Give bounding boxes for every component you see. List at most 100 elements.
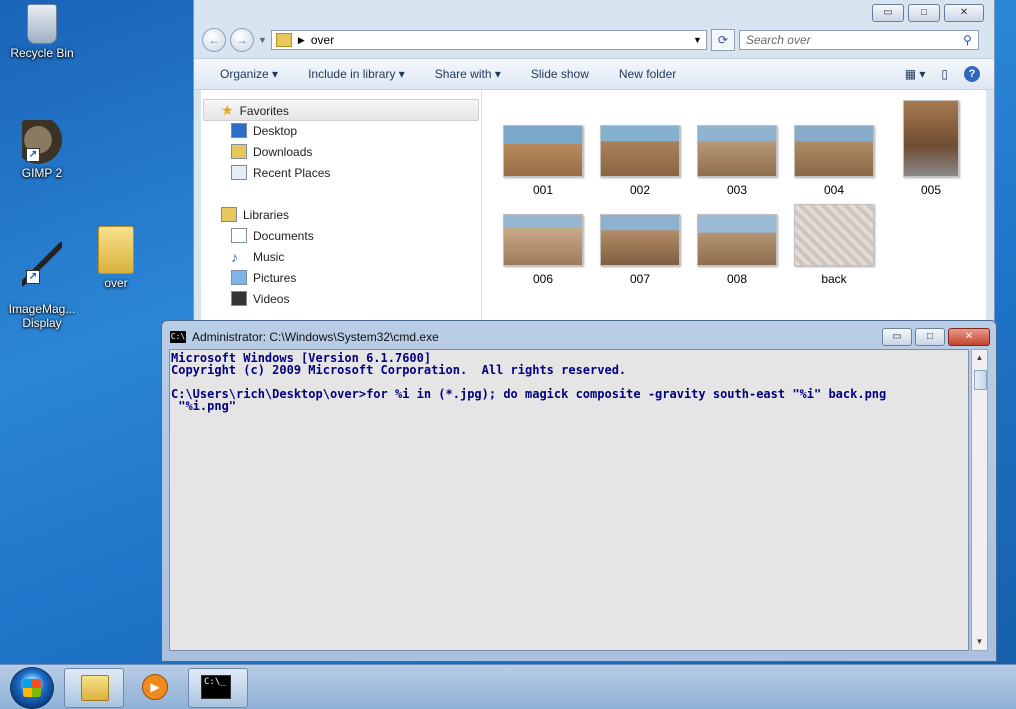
close-button[interactable]: ✕: [944, 4, 984, 22]
recent-places-icon: [231, 165, 247, 180]
scroll-thumb[interactable]: [974, 370, 987, 390]
cmd-title-bar: C:\ Administrator: C:\Windows\System32\c…: [170, 330, 439, 344]
change-view-icon[interactable]: ▦ ▾: [905, 67, 926, 81]
image-thumbnail: [600, 125, 680, 177]
cmd-title: Administrator: C:\Windows\System32\cmd.e…: [192, 330, 439, 344]
slide-show-button[interactable]: Slide show: [531, 67, 589, 81]
file-item[interactable]: 005: [891, 100, 971, 197]
desktop-icon-label: ImageMag... Display: [8, 302, 76, 330]
desktop-icon-label: over: [104, 276, 128, 290]
preview-pane-icon[interactable]: ▯: [941, 67, 948, 81]
folder-icon: [275, 33, 292, 47]
console-line: Copyright (c) 2009 Microsoft Corporation…: [171, 363, 627, 377]
search-icon[interactable]: ⚲: [963, 33, 972, 47]
nav-desktop[interactable]: Desktop: [231, 123, 297, 138]
address-row: ← → ▼ ▶ over ▼ ⟳ Search over ⚲: [202, 28, 986, 52]
taskbar-cmd[interactable]: C:\_: [188, 668, 248, 708]
nav-documents[interactable]: Documents: [231, 228, 314, 243]
documents-icon: [231, 228, 247, 243]
address-dropdown-icon[interactable]: ▼: [693, 35, 702, 45]
windows-logo-icon: [23, 679, 41, 697]
search-input[interactable]: Search over ⚲: [738, 30, 979, 50]
shortcut-arrow-icon: ↗: [26, 270, 40, 284]
file-item[interactable]: 004: [794, 125, 874, 197]
cmd-window: C:\ Administrator: C:\Windows\System32\c…: [161, 320, 997, 662]
downloads-folder-icon: [231, 144, 247, 159]
image-thumbnail: [697, 125, 777, 177]
console-scrollbar[interactable]: ▲ ▼: [971, 349, 988, 651]
nav-downloads[interactable]: Downloads: [231, 144, 312, 159]
refresh-button[interactable]: ⟳: [710, 29, 735, 51]
shortcut-arrow-icon: ↗: [26, 148, 40, 162]
file-item[interactable]: back: [794, 204, 874, 286]
console-line: C:\Users\rich\Desktop\over>for %i in (*.…: [171, 387, 887, 401]
view-controls: ▦ ▾ ▯ ?: [905, 66, 980, 82]
help-icon[interactable]: ?: [964, 66, 980, 82]
taskbar: ▶ C:\_: [0, 664, 1016, 709]
nav-libraries[interactable]: Libraries: [221, 207, 289, 222]
image-thumbnail: [697, 214, 777, 266]
explorer-window: ▭ □ ✕ ← → ▼ ▶ over ▼ ⟳ Search over ⚲ Org…: [193, 0, 995, 331]
cmd-minimize-button[interactable]: ▭: [882, 328, 912, 346]
gimp-icon: ↗: [22, 120, 62, 164]
cmd-close-button[interactable]: ✕: [948, 328, 990, 346]
scroll-up-icon[interactable]: ▲: [972, 350, 987, 366]
desktop-icon: [231, 123, 247, 138]
file-item[interactable]: 003: [697, 125, 777, 197]
image-thumbnail: [903, 100, 959, 177]
desktop-icon-recycle-bin[interactable]: Recycle Bin: [2, 4, 82, 60]
film-strip-icon: [231, 291, 247, 306]
image-thumbnail: [503, 214, 583, 266]
libraries-icon: [221, 207, 237, 222]
window-controls: ▭ □ ✕: [872, 4, 984, 22]
taskbar-explorer[interactable]: [64, 668, 124, 708]
console-output[interactable]: Microsoft Windows [Version 6.1.7600] Copy…: [169, 349, 969, 651]
console-icon: C:\: [170, 331, 186, 343]
console-line: "%i.png": [171, 399, 237, 413]
music-note-icon: ♪: [231, 249, 238, 265]
scroll-down-icon[interactable]: ▼: [972, 634, 987, 650]
image-thumbnail: [503, 125, 583, 177]
start-button[interactable]: [10, 667, 54, 709]
breadcrumb-folder[interactable]: over: [311, 33, 334, 47]
nav-recent-places[interactable]: Recent Places: [231, 165, 330, 180]
address-bar[interactable]: ▶ over ▼: [270, 30, 707, 50]
file-item[interactable]: 001: [503, 125, 583, 197]
minimize-button[interactable]: ▭: [872, 4, 904, 22]
nav-music[interactable]: ♪ Music: [231, 249, 284, 265]
file-item[interactable]: 006: [503, 214, 583, 286]
search-placeholder: Search over: [745, 33, 811, 47]
desktop-icon-label: GIMP 2: [21, 166, 63, 180]
new-folder-button[interactable]: New folder: [619, 67, 676, 81]
include-in-library-menu[interactable]: Include in library ▾: [308, 67, 405, 81]
recycle-bin-icon: [27, 4, 57, 44]
cmd-window-controls: ▭ □ ✕: [882, 328, 990, 346]
command-bar: Organize ▾ Include in library ▾ Share wi…: [194, 58, 994, 90]
file-list: 001 002 003 004 005 006 007 008 back: [482, 90, 986, 330]
desktop-icon-gimp[interactable]: ↗ GIMP 2: [2, 120, 82, 180]
nav-favorites[interactable]: ★ Favorites: [221, 102, 289, 119]
forward-button[interactable]: →: [230, 28, 254, 52]
magic-wand-icon: ↗: [22, 242, 62, 286]
taskbar-media-player[interactable]: ▶: [136, 668, 172, 706]
recent-pages-chevron-icon[interactable]: ▼: [258, 35, 267, 45]
star-icon: ★: [221, 102, 234, 118]
desktop-icon-imagemagick[interactable]: ↗ ImageMag... Display: [2, 228, 82, 344]
organize-menu[interactable]: Organize ▾: [220, 67, 278, 81]
desktop-icon-over-folder[interactable]: over: [76, 226, 156, 290]
file-item[interactable]: 008: [697, 214, 777, 286]
folder-icon: [81, 675, 109, 701]
cmd-maximize-button[interactable]: □: [915, 328, 945, 346]
pictures-icon: [231, 270, 247, 285]
nav-videos[interactable]: Videos: [231, 291, 289, 306]
console-icon: C:\_: [201, 675, 231, 699]
maximize-button[interactable]: □: [908, 4, 940, 22]
back-button[interactable]: ←: [202, 28, 226, 52]
breadcrumb-chevron-icon[interactable]: ▶: [298, 35, 305, 46]
desktop-icon-label: Recycle Bin: [10, 46, 74, 60]
image-thumbnail: [794, 204, 874, 266]
nav-pictures[interactable]: Pictures: [231, 270, 296, 285]
share-with-menu[interactable]: Share with ▾: [435, 67, 501, 81]
file-item[interactable]: 002: [600, 125, 680, 197]
file-item[interactable]: 007: [600, 214, 680, 286]
